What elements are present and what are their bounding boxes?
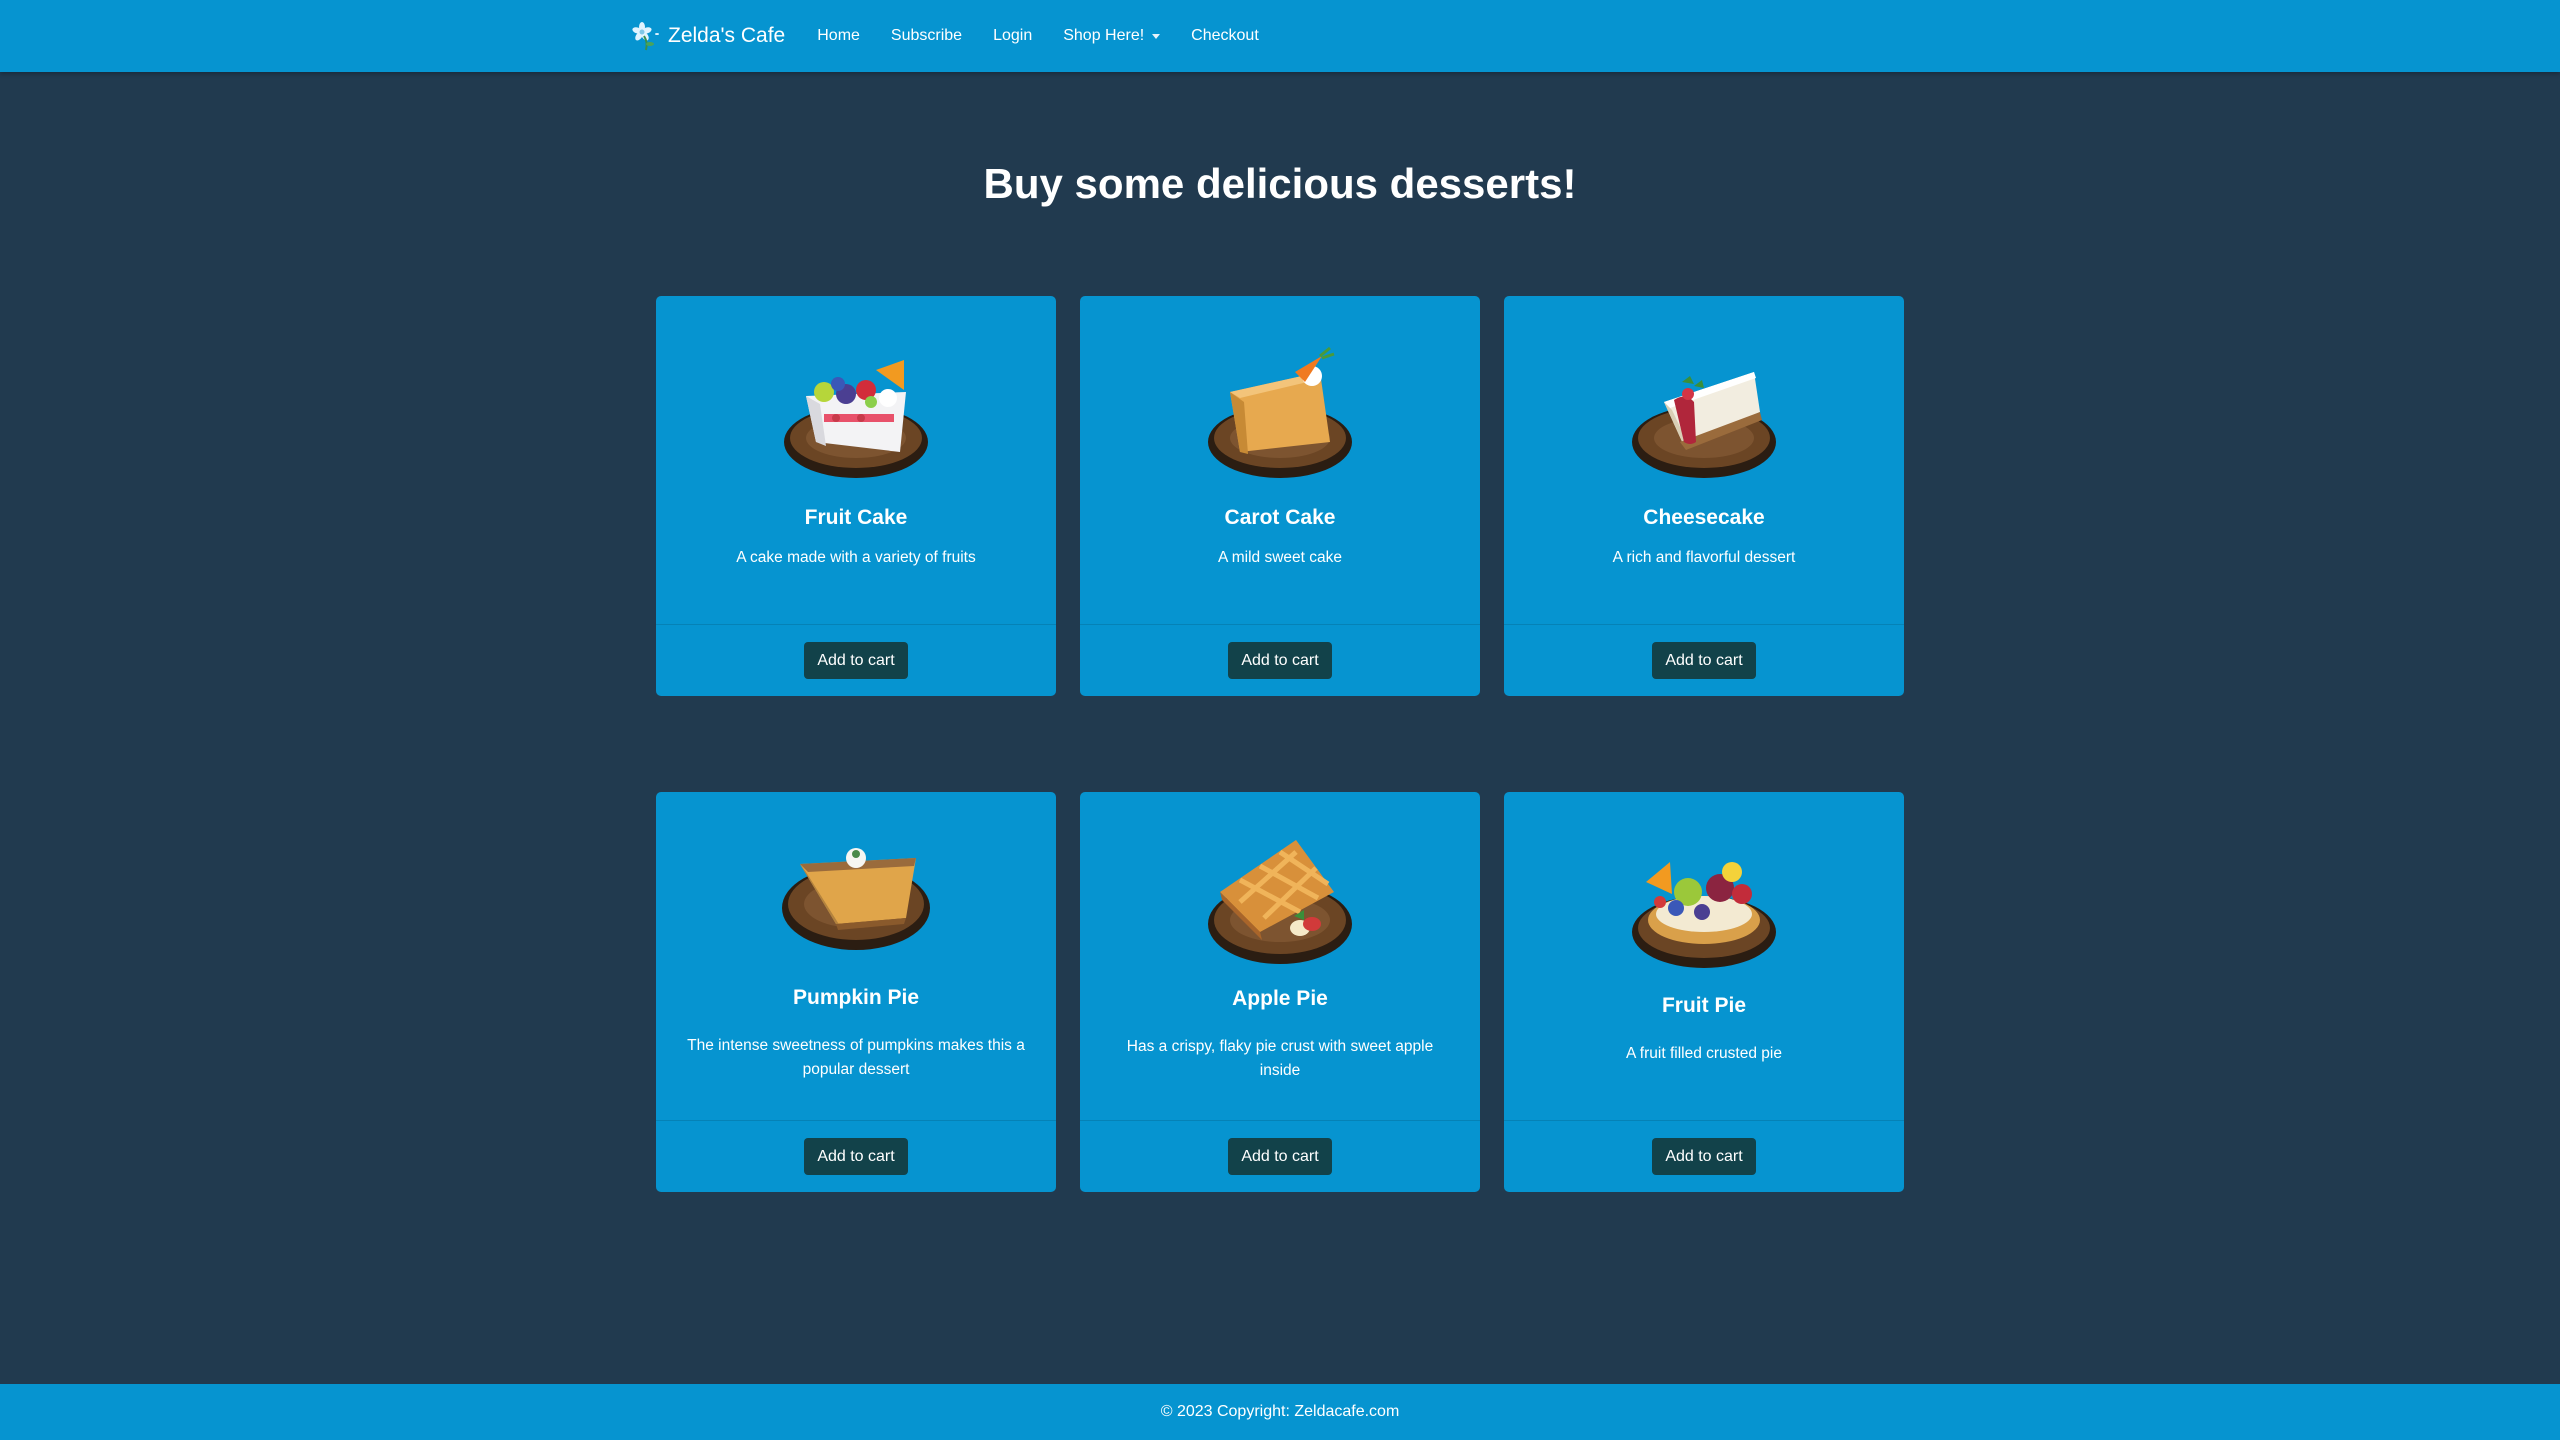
card-body: Fruit Cake A cake made with a variety of… <box>656 296 1056 624</box>
product-card: Carot Cake A mild sweet cake Add to cart <box>1080 296 1480 696</box>
caret-down-icon <box>1152 33 1161 39</box>
add-to-cart-button[interactable]: Add to cart <box>804 642 908 679</box>
card-body: Pumpkin Pie The intense sweetness of pum… <box>656 792 1056 1120</box>
nav-home[interactable]: Home <box>817 27 860 45</box>
nav-shop-label: Shop Here! <box>1063 27 1145 44</box>
card-body: Fruit Pie A fruit filled crusted pie <box>1504 792 1904 1120</box>
add-to-cart-button[interactable]: Add to cart <box>1652 642 1756 679</box>
product-card: Pumpkin Pie The intense sweetness of pum… <box>656 792 1056 1192</box>
add-to-cart-button[interactable]: Add to cart <box>1228 1138 1332 1175</box>
product-name: Cheesecake <box>1643 506 1765 529</box>
product-name: Pumpkin Pie <box>792 986 920 1009</box>
apple-pie-icon <box>1208 840 1352 964</box>
card-footer: Add to cart <box>1504 624 1904 696</box>
nav-subscribe[interactable]: Subscribe <box>891 27 962 45</box>
nav-login[interactable]: Login <box>993 27 1032 45</box>
product-card: Cheesecake A rich and flavorful dessert … <box>1504 296 1904 696</box>
card-body: Apple Pie Has a crispy, flaky pie crust … <box>1080 792 1480 1120</box>
cheesecake-icon <box>1632 372 1776 478</box>
add-to-cart-button[interactable]: Add to cart <box>1228 642 1332 679</box>
navbar-inner: Zelda's Cafe Home Subscribe Login Shop H… <box>630 0 1290 72</box>
brand-link[interactable]: Zelda's Cafe <box>630 20 785 52</box>
nav-checkout[interactable]: Checkout <box>1191 27 1259 45</box>
flower-logo-icon <box>632 22 659 51</box>
product-card: Fruit Pie A fruit filled crusted pie Add… <box>1504 792 1904 1192</box>
product-card: Apple Pie Has a crispy, flaky pie crust … <box>1080 792 1480 1192</box>
product-name: Carot Cake <box>1224 506 1336 529</box>
product-card: Fruit Cake A cake made with a variety of… <box>656 296 1056 696</box>
brand-name: Zelda's Cafe <box>668 24 786 47</box>
product-name: Fruit Pie <box>1661 994 1746 1017</box>
product-description: A mild sweet cake <box>1217 549 1343 566</box>
card-footer: Add to cart <box>1080 1120 1480 1192</box>
product-name: Apple Pie <box>1232 987 1328 1010</box>
fruit-cake-icon <box>784 360 928 478</box>
add-to-cart-button[interactable]: Add to cart <box>1652 1138 1756 1175</box>
card-footer: Add to cart <box>656 1120 1056 1192</box>
fruit-pie-icon <box>1632 862 1776 968</box>
product-description: The intense sweetness of pumpkins makes … <box>687 1037 1025 1078</box>
add-to-cart-button[interactable]: Add to cart <box>804 1138 908 1175</box>
card-footer: Add to cart <box>656 624 1056 696</box>
navbar: Zelda's Cafe Home Subscribe Login Shop H… <box>0 0 2560 72</box>
product-description: A cake made with a variety of fruits <box>736 549 976 566</box>
product-name: Fruit Cake <box>804 506 908 529</box>
pumpkin-pie-icon <box>782 848 930 950</box>
carrot-cake-icon <box>1208 346 1352 478</box>
product-description: A rich and flavorful dessert <box>1612 549 1796 566</box>
page-title: Buy some delicious desserts! <box>983 160 1577 207</box>
page-footer: © 2023 Copyright: Zeldacafe.com <box>0 1384 2560 1440</box>
card-footer: Add to cart <box>1080 624 1480 696</box>
nav-shop-dropdown[interactable]: Shop Here! <box>1063 27 1161 45</box>
product-description: Has a crispy, flaky pie crust with sweet… <box>1126 1038 1434 1079</box>
copyright-text: © 2023 Copyright: Zeldacafe.com <box>1160 1403 1400 1420</box>
card-footer: Add to cart <box>1504 1120 1904 1192</box>
card-body: Cheesecake A rich and flavorful dessert <box>1504 296 1904 624</box>
card-body: Carot Cake A mild sweet cake <box>1080 296 1480 624</box>
product-description: A fruit filled crusted pie <box>1626 1045 1782 1062</box>
